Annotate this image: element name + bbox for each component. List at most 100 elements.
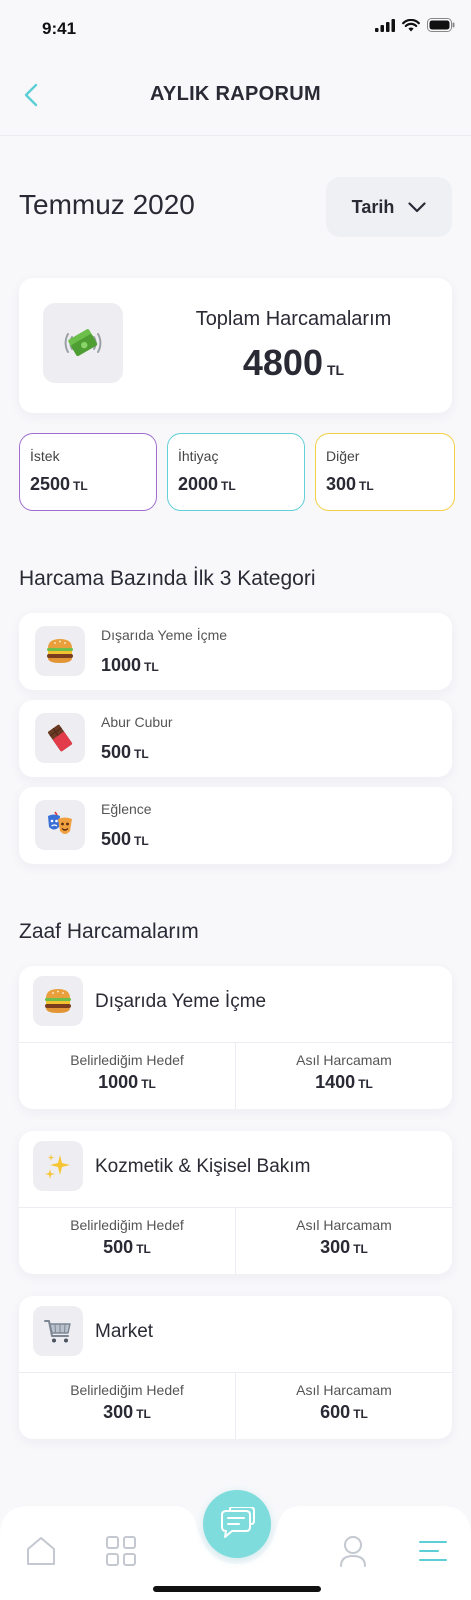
chat-icon (221, 1507, 255, 1538)
target-amount: 300 (103, 1402, 134, 1422)
split-label: İstek (30, 448, 60, 464)
page-title: AYLIK RAPORUM (150, 83, 321, 105)
target-column: Belirlediğim Hedef 300 TL (19, 1382, 235, 1423)
split-amount: 2000 (178, 474, 219, 494)
weak-spending-item[interactable]: Kozmetik & Kişisel Bakım Belirlediğim He… (19, 1131, 452, 1274)
grid-icon (106, 1536, 136, 1566)
target-column: Belirlediğim Hedef 500 TL (19, 1217, 235, 1258)
weak-spending-title: Zaaf Harcamalarım (19, 920, 199, 943)
split-amount: 2500 (30, 474, 71, 494)
status-time: 9:41 (42, 19, 77, 38)
money-icon (43, 303, 123, 383)
actual-value: 600 TL (236, 1402, 452, 1423)
currency-unit: TL (136, 1407, 151, 1421)
target-amount: 1000 (98, 1072, 139, 1092)
currency-unit: TL (73, 479, 88, 493)
actual-amount: 300 (320, 1237, 351, 1257)
currency-unit: TL (144, 660, 159, 674)
split-amount: 300 (326, 474, 357, 494)
date-dropdown-button[interactable]: Tarih (326, 177, 452, 237)
actual-column: Asıl Harcamam 600 TL (236, 1382, 452, 1423)
menu-icon (419, 1541, 447, 1561)
split-label: İhtiyaç (178, 448, 219, 464)
chocolate-icon (35, 713, 85, 763)
currency-unit: TL (358, 1077, 373, 1091)
split-value: 300 TL (326, 474, 374, 495)
weak-item-title: Kozmetik & Kişisel Bakım (95, 1156, 311, 1177)
tab-profile[interactable] (333, 1531, 373, 1571)
home-icon (27, 1537, 55, 1565)
home-indicator (153, 1586, 321, 1592)
tab-menu[interactable] (413, 1531, 453, 1571)
top-categories-title: Harcama Bazında İlk 3 Kategori (19, 567, 316, 590)
target-value: 1000 TL (19, 1072, 235, 1093)
currency-unit: TL (353, 1407, 368, 1421)
currency-unit: TL (326, 362, 345, 378)
split-value: 2000 TL (178, 474, 236, 495)
actual-value: 300 TL (236, 1237, 452, 1258)
actual-column: Asıl Harcamam 300 TL (236, 1217, 452, 1258)
split-diger[interactable]: Diğer 300 TL (315, 433, 455, 511)
chevron-down-icon (408, 201, 426, 212)
shopping-cart-icon (33, 1306, 83, 1356)
category-label: Abur Cubur (101, 714, 173, 730)
chat-button[interactable] (203, 1490, 271, 1558)
tab-grid[interactable] (101, 1531, 141, 1571)
actual-label: Asıl Harcamam (296, 1382, 392, 1398)
status-icons (375, 18, 455, 32)
currency-unit: TL (221, 479, 236, 493)
category-label: Eğlence (101, 801, 152, 817)
actual-label: Asıl Harcamam (296, 1217, 392, 1233)
split-ihtiyac[interactable]: İhtiyaç 2000 TL (167, 433, 305, 511)
weak-spending-item[interactable]: Market Belirlediğim Hedef 300 TL Asıl Har… (19, 1296, 452, 1439)
currency-unit: TL (359, 479, 374, 493)
target-value: 500 TL (19, 1237, 235, 1258)
category-value: 500 TL (101, 742, 149, 763)
status-bar: 9:41 (0, 0, 471, 58)
category-item[interactable]: Eğlence 500 TL (19, 787, 452, 864)
nav-bar: AYLIK RAPORUM (0, 58, 471, 136)
wifi-icon (402, 18, 420, 31)
currency-unit: TL (134, 747, 149, 761)
total-label: Toplam Harcamalarım (195, 308, 392, 330)
category-amount: 1000 (101, 655, 142, 675)
target-amount: 500 (103, 1237, 134, 1257)
target-label: Belirlediğim Hedef (70, 1052, 184, 1068)
month-title: Temmuz 2020 (19, 189, 195, 220)
category-value: 1000 TL (101, 655, 159, 676)
category-value: 500 TL (101, 829, 149, 850)
currency-unit: TL (353, 1242, 368, 1256)
theater-masks-icon (35, 800, 85, 850)
weak-spending-item[interactable]: Dışarıda Yeme İçme Belirlediğim Hedef 10… (19, 966, 452, 1109)
split-istek[interactable]: İstek 2500 TL (19, 433, 157, 511)
date-button-label: Tarih (351, 196, 395, 217)
split-label: Diğer (326, 448, 360, 464)
sparkles-icon (33, 1141, 83, 1191)
category-item[interactable]: Dışarıda Yeme İçme 1000 TL (19, 613, 452, 690)
weak-item-title: Dışarıda Yeme İçme (95, 991, 267, 1012)
target-label: Belirlediğim Hedef (70, 1217, 184, 1233)
total-value: 4800 TL (175, 342, 412, 384)
category-label: Dışarıda Yeme İçme (101, 627, 228, 643)
target-value: 300 TL (19, 1402, 235, 1423)
profile-icon (340, 1536, 366, 1567)
tab-home[interactable] (21, 1531, 61, 1571)
total-spending-card: Toplam Harcamalarım 4800 TL (19, 278, 452, 413)
actual-amount: 600 (320, 1402, 351, 1422)
category-amount: 500 (101, 742, 132, 762)
actual-label: Asıl Harcamam (296, 1052, 392, 1068)
actual-column: Asıl Harcamam 1400 TL (236, 1052, 452, 1093)
battery-icon (427, 18, 455, 32)
category-item[interactable]: Abur Cubur 500 TL (19, 700, 452, 777)
signal-icon (375, 18, 395, 32)
split-value: 2500 TL (30, 474, 88, 495)
category-amount: 500 (101, 829, 132, 849)
burger-icon (35, 626, 85, 676)
actual-amount: 1400 (315, 1072, 356, 1092)
target-label: Belirlediğim Hedef (70, 1382, 184, 1398)
currency-unit: TL (136, 1242, 151, 1256)
target-column: Belirlediğim Hedef 1000 TL (19, 1052, 235, 1093)
weak-item-title: Market (95, 1321, 154, 1342)
actual-value: 1400 TL (236, 1072, 452, 1093)
total-amount: 4800 (242, 342, 323, 383)
